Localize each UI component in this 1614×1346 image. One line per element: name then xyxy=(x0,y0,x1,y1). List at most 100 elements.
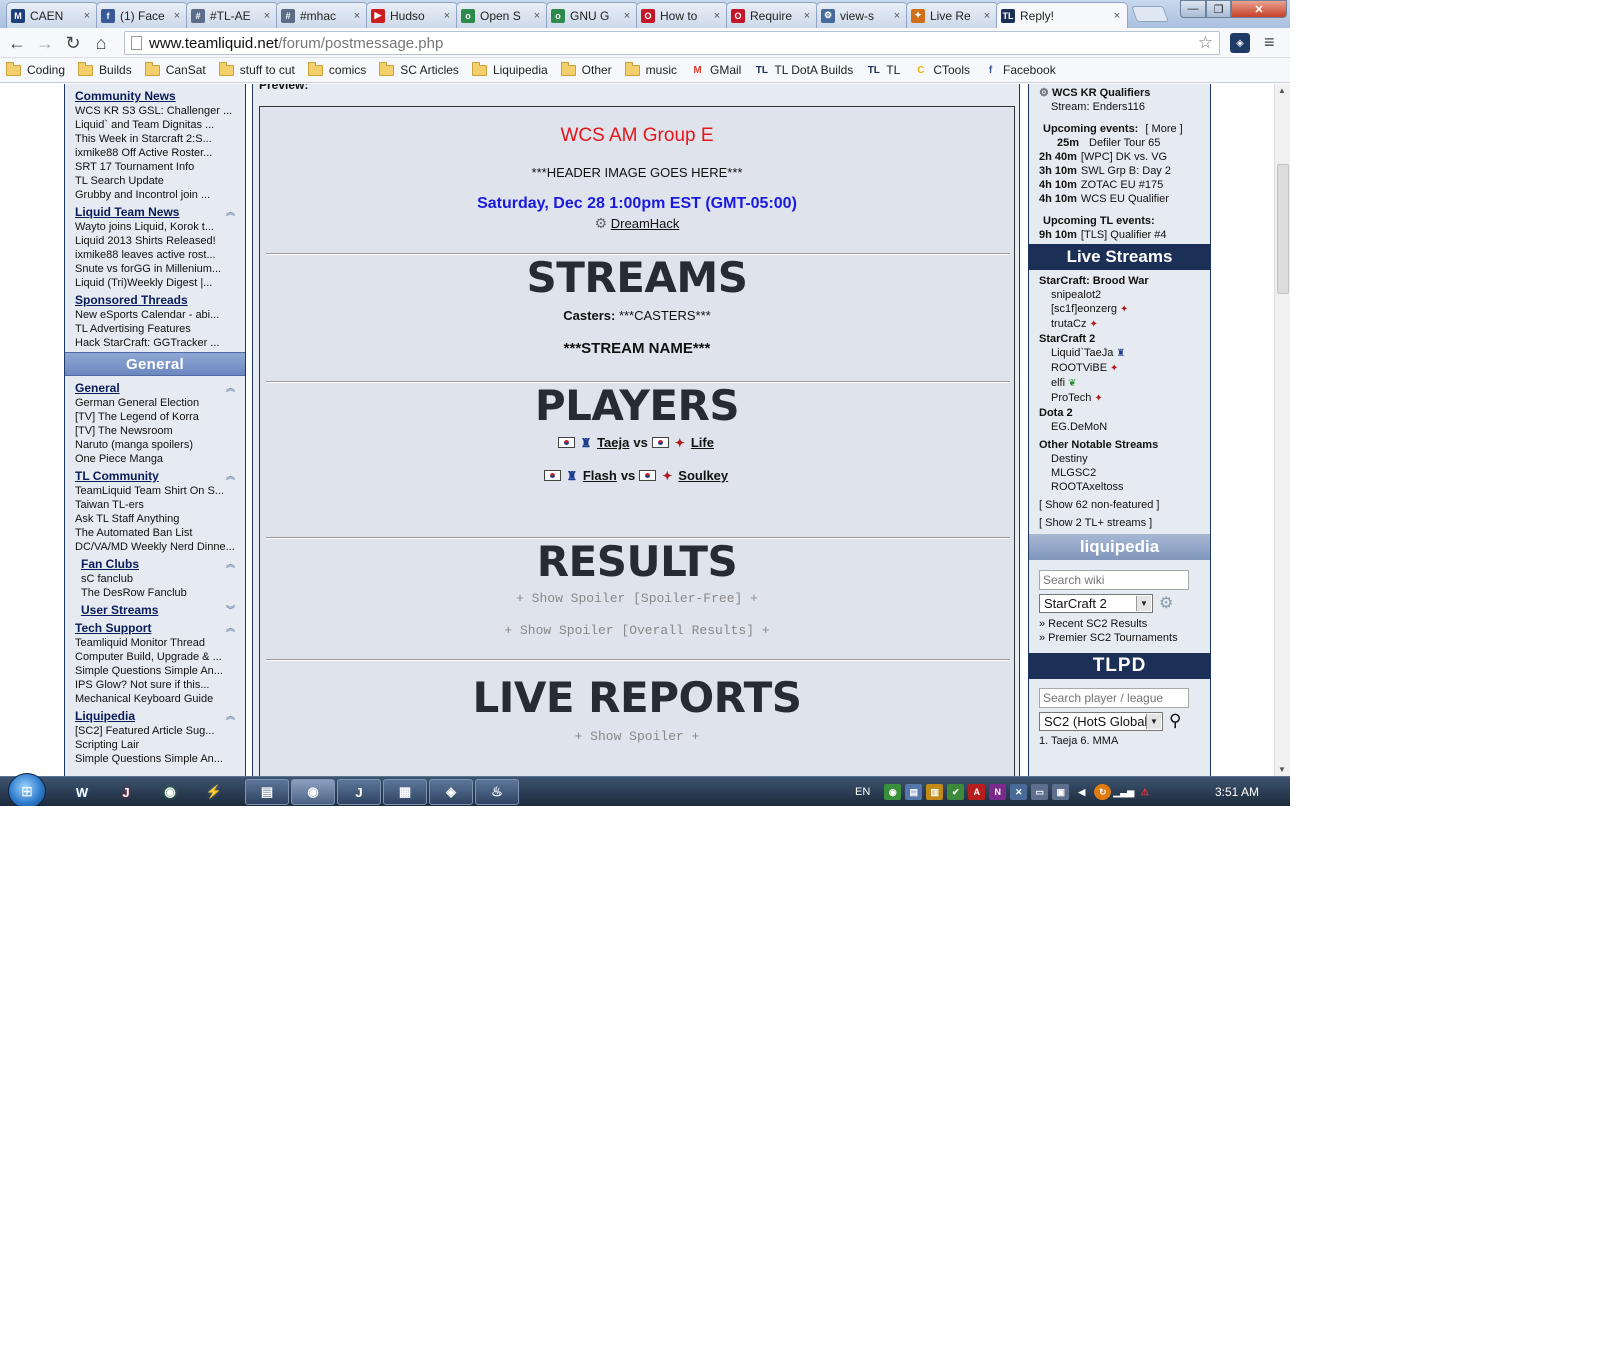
display-tray-icon[interactable]: ▭ xyxy=(1031,784,1049,800)
community-news-item[interactable]: WCS KR S3 GSL: Challenger ... xyxy=(65,104,245,118)
expand-down-icon[interactable]: ︾ xyxy=(226,603,235,616)
bookmark-item[interactable]: f Facebook xyxy=(983,63,1056,77)
collapse-up-icon[interactable]: ︽ xyxy=(226,205,235,218)
fan-clubs-heading[interactable]: Fan Clubs ︽ xyxy=(65,554,245,572)
page-scrollbar[interactable]: ▲ ▼ xyxy=(1274,84,1290,776)
browser-menu-icon[interactable]: ≡ xyxy=(1264,32,1275,53)
browser-tab[interactable]: o GNU G × xyxy=(546,2,638,28)
volume-icon[interactable]: ◀ xyxy=(1073,784,1090,800)
chart-tray-icon[interactable]: ▥ xyxy=(926,784,944,800)
taskbar-clock[interactable]: 3:51 AM xyxy=(1215,785,1259,799)
overall-results-toggle[interactable]: + Show Spoiler [Overall Results] + xyxy=(260,623,1014,638)
liquipedia-item[interactable]: Scripting Lair xyxy=(65,738,245,752)
tab-close-icon[interactable]: × xyxy=(711,10,723,22)
bookmark-item[interactable]: music xyxy=(624,61,677,77)
more-events-link[interactable]: [ More ] xyxy=(1145,123,1182,135)
bookmark-item[interactable]: TL TL xyxy=(866,63,901,77)
tl-community-item[interactable]: DC/VA/MD Weekly Nerd Dinne... xyxy=(65,540,245,554)
bookmark-item[interactable]: Coding xyxy=(6,61,65,77)
browser-tab[interactable]: ✦ Live Re × xyxy=(906,2,998,28)
acrobat-tray-icon[interactable]: A xyxy=(968,784,986,800)
community-news-item[interactable]: Liquid` and Team Dignitas ... xyxy=(65,118,245,132)
tl-community-item[interactable]: The Automated Ban List xyxy=(65,526,245,540)
spoiler-free-toggle[interactable]: + Show Spoiler [Spoiler-Free] + xyxy=(260,591,1014,606)
liquid-team-news-heading[interactable]: Liquid Team News ︽ xyxy=(65,202,245,220)
stream-item[interactable]: Liquid`TaeJa ♜ xyxy=(1029,346,1210,361)
event-row[interactable]: 3h 10m SWL Grp B: Day 2 xyxy=(1029,164,1210,178)
tab-close-icon[interactable]: × xyxy=(1111,10,1123,22)
tech-support-item[interactable]: Teamliquid Monitor Thread xyxy=(65,636,245,650)
network-signal-icon[interactable]: ▁▃▅ xyxy=(1113,784,1134,800)
document-tray-icon[interactable]: ▤ xyxy=(905,784,923,800)
event-row[interactable]: 4h 10m ZOTAC EU #175 xyxy=(1029,178,1210,192)
player-name[interactable]: Life xyxy=(691,435,714,450)
liquid-team-news-item[interactable]: Snute vs forGG in Millenium... xyxy=(65,262,245,276)
tech-support-item[interactable]: Mechanical Keyboard Guide xyxy=(65,692,245,706)
tab-close-icon[interactable]: × xyxy=(441,10,453,22)
clipboard-tray-icon[interactable]: ▣ xyxy=(1052,784,1070,800)
tab-close-icon[interactable]: × xyxy=(621,10,633,22)
tab-close-icon[interactable]: × xyxy=(801,10,813,22)
general-item[interactable]: [TV] The Newsroom xyxy=(65,424,245,438)
bookmark-item[interactable]: comics xyxy=(307,61,366,77)
stream-item[interactable]: Destiny xyxy=(1029,452,1210,466)
browser-tab[interactable]: f (1) Face × xyxy=(96,2,188,28)
player-name[interactable]: Soulkey xyxy=(678,468,728,483)
sponsored-thread-item[interactable]: TL Advertising Features xyxy=(65,322,245,336)
scroll-up-icon[interactable]: ▲ xyxy=(1278,86,1286,95)
general-item[interactable]: German General Election xyxy=(65,396,245,410)
bookmark-item[interactable]: Other xyxy=(560,61,612,77)
tl-community-heading[interactable]: TL Community ︽ xyxy=(65,466,245,484)
tab-close-icon[interactable]: × xyxy=(261,10,273,22)
liquid-team-news-item[interactable]: Wayto joins Liquid, Korok t... xyxy=(65,220,245,234)
chrome-tray-icon[interactable]: ◉ xyxy=(884,784,902,800)
forward-arrow-icon[interactable]: → xyxy=(34,32,56,54)
tools-tray-icon[interactable]: ✕ xyxy=(1010,784,1028,800)
liquid-team-news-item[interactable]: Liquid 2013 Shirts Released! xyxy=(65,234,245,248)
close-window-button[interactable]: ✕ xyxy=(1231,0,1287,18)
browser-tab[interactable]: # #mhac × xyxy=(276,2,368,28)
general-item[interactable]: One Piece Manga xyxy=(65,452,245,466)
bookmark-item[interactable]: SC Articles xyxy=(379,61,459,77)
browser-tab[interactable]: ⚙ view-s × xyxy=(816,2,908,28)
browser-tab[interactable]: # #TL-AE × xyxy=(186,2,278,28)
bookmark-item[interactable]: C CTools xyxy=(913,63,970,77)
browser-tab[interactable]: TL Reply! × xyxy=(996,2,1128,28)
stream-item[interactable]: EG.DeMoN xyxy=(1029,420,1210,434)
event-row[interactable]: 4h 10m WCS EU Qualifier xyxy=(1029,192,1210,206)
taskbar-app-icon[interactable]: ◈ xyxy=(429,779,473,805)
tl-community-item[interactable]: Ask TL Staff Anything xyxy=(65,512,245,526)
sponsored-thread-item[interactable]: Hack StarCraft: GGTracker ... xyxy=(65,336,245,350)
community-news-heading[interactable]: Community News xyxy=(65,86,245,104)
community-news-item[interactable]: Grubby and Incontrol join ... xyxy=(65,188,245,202)
tlpd-search-icon[interactable]: ⚲ xyxy=(1169,711,1181,731)
tlpd-select[interactable]: SC2 (HotS Global) ▼ xyxy=(1039,711,1163,731)
tech-support-item[interactable]: Simple Questions Simple An... xyxy=(65,664,245,678)
bookmark-item[interactable]: Liquipedia xyxy=(471,61,548,77)
live-reports-spoiler-toggle[interactable]: + Show Spoiler + xyxy=(260,729,1014,744)
taskbar-app-icon[interactable]: ▦ xyxy=(383,779,427,805)
liquipedia-heading[interactable]: Liquipedia ︽ xyxy=(65,706,245,724)
security-tray-icon[interactable]: ✔ xyxy=(947,784,965,800)
sponsored-thread-item[interactable]: New eSports Calendar - abi... xyxy=(65,308,245,322)
liquid-team-news-item[interactable]: Liquid (Tri)Weekly Digest |... xyxy=(65,276,245,290)
tlpd-search-input[interactable] xyxy=(1039,688,1189,708)
taskbar-app-icon[interactable]: J xyxy=(337,779,381,805)
browser-tab[interactable]: o Open S × xyxy=(456,2,548,28)
wiki-select[interactable]: StarCraft 2 ▼ xyxy=(1039,593,1153,613)
collapse-up-icon[interactable]: ︽ xyxy=(226,709,235,722)
tech-support-item[interactable]: Computer Build, Upgrade & ... xyxy=(65,650,245,664)
fan-club-item[interactable]: The DesRow Fanclub xyxy=(65,586,245,600)
taskbar-app-icon[interactable]: ◉ xyxy=(291,779,335,805)
scroll-down-icon[interactable]: ▼ xyxy=(1278,765,1286,774)
organizer-link[interactable]: DreamHack xyxy=(611,216,680,231)
update-tray-icon[interactable]: ↻ xyxy=(1094,784,1112,800)
show-tlplus-link[interactable]: [ Show 2 TL+ streams ] xyxy=(1029,516,1210,530)
address-bar[interactable]: www.teamliquid.net/forum/postmessage.php… xyxy=(124,31,1220,55)
collapse-up-icon[interactable]: ︽ xyxy=(226,469,235,482)
browser-tab[interactable]: ▶ Hudso × xyxy=(366,2,458,28)
general-item[interactable]: Naruto (manga spoilers) xyxy=(65,438,245,452)
liquipedia-item[interactable]: Simple Questions Simple An... xyxy=(65,752,245,766)
language-indicator[interactable]: EN xyxy=(855,786,870,798)
general-heading[interactable]: General ︽ xyxy=(65,378,245,396)
